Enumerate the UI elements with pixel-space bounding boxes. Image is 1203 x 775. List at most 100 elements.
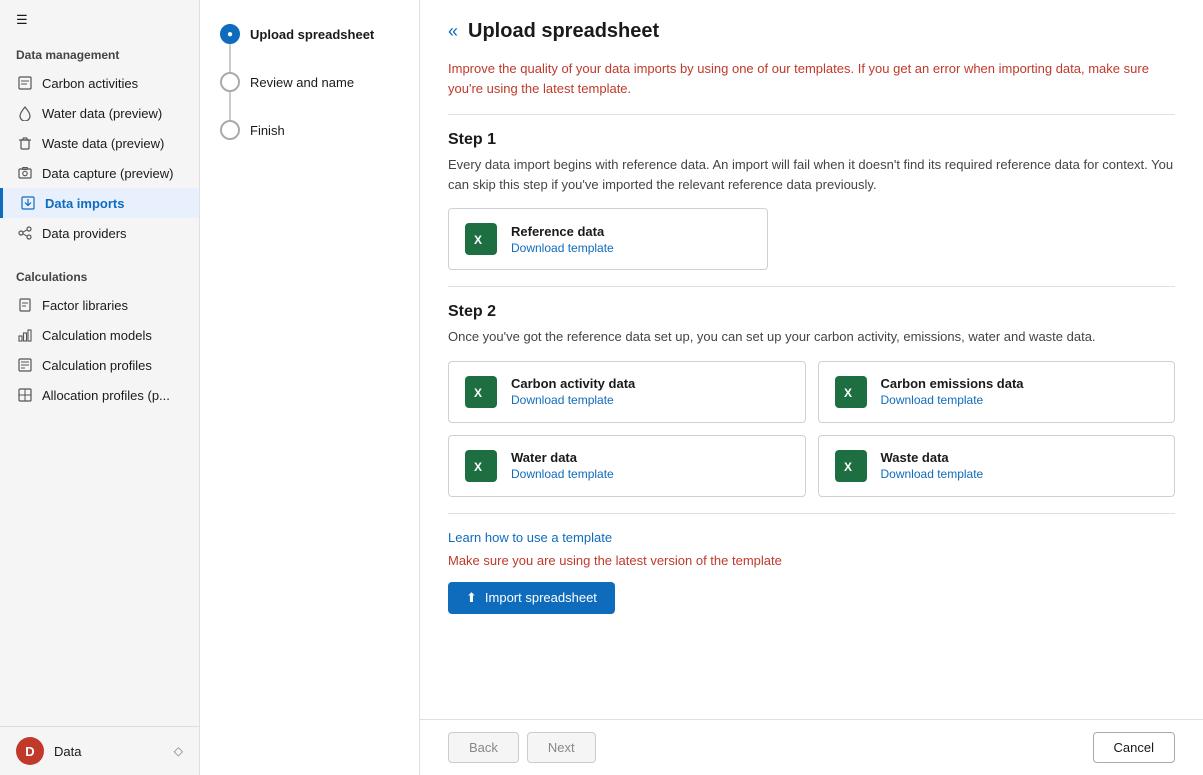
reference-card-info: Reference data Download template — [511, 224, 614, 255]
divider-1 — [448, 114, 1175, 115]
import-spreadsheet-button[interactable]: ⬆ Import spreadsheet — [448, 582, 615, 614]
step2-heading: Step 2 — [448, 303, 1175, 321]
step1-desc: Every data import begins with reference … — [448, 155, 1175, 194]
sidebar-item-label: Data imports — [45, 196, 124, 211]
water-download-link[interactable]: Download template — [511, 467, 614, 481]
water-icon — [16, 105, 34, 121]
sidebar-bottom-user[interactable]: D Data ◇ — [0, 726, 199, 775]
sidebar-item-label: Water data (preview) — [42, 106, 162, 121]
carbon-activity-download-link[interactable]: Download template — [511, 393, 635, 407]
step-connector-2 — [229, 92, 231, 120]
carbon-emissions-card[interactable]: X Carbon emissions data Download templat… — [818, 361, 1176, 423]
sidebar-item-calculation-models[interactable]: Calculation models — [0, 320, 199, 350]
avatar: D — [16, 737, 44, 765]
sidebar-item-data-capture[interactable]: Data capture (preview) — [0, 158, 199, 188]
carbon-activity-title: Carbon activity data — [511, 376, 635, 391]
page-header: « Upload spreadsheet — [448, 20, 1175, 43]
stepper-panel: ● Upload spreadsheet Review and name Fin… — [200, 0, 420, 775]
capture-icon — [16, 165, 34, 181]
excel-icon-reference: X — [465, 223, 497, 255]
sidebar-item-carbon-activities[interactable]: Carbon activities — [0, 68, 199, 98]
step1-heading: Step 1 — [448, 131, 1175, 149]
import-btn-label: Import spreadsheet — [485, 590, 597, 605]
cancel-button[interactable]: Cancel — [1093, 732, 1175, 763]
sidebar-item-label: Data providers — [42, 226, 127, 241]
step-review: Review and name — [220, 72, 399, 120]
alloc-icon — [16, 387, 34, 403]
step2-cards-grid: X Carbon activity data Download template… — [448, 361, 1175, 497]
upload-icon: ⬆ — [466, 590, 477, 606]
divider-3 — [448, 513, 1175, 514]
calculations-title: Calculations — [0, 258, 199, 290]
carbon-activity-card[interactable]: X Carbon activity data Download template — [448, 361, 806, 423]
svg-text:X: X — [844, 460, 852, 474]
main-content: « Upload spreadsheet Improve the quality… — [420, 0, 1203, 775]
svg-text:X: X — [474, 386, 482, 400]
content-footer: Back Next Cancel — [420, 719, 1203, 775]
excel-icon-water: X — [465, 450, 497, 482]
sidebar-item-data-imports[interactable]: Data imports — [0, 188, 199, 218]
waste-data-card[interactable]: X Waste data Download template — [818, 435, 1176, 497]
next-button[interactable]: Next — [527, 732, 596, 763]
step-connector-1 — [229, 44, 231, 72]
water-data-info: Water data Download template — [511, 450, 614, 481]
excel-icon-carbon-activity: X — [465, 376, 497, 408]
back-arrow-button[interactable]: « — [448, 21, 458, 42]
reference-card-title: Reference data — [511, 224, 614, 239]
sidebar-item-calculation-profiles[interactable]: Calculation profiles — [0, 350, 199, 380]
carbon-activity-info: Carbon activity data Download template — [511, 376, 635, 407]
reference-data-card-wrapper: X Reference data Download template — [448, 208, 768, 270]
content-body: « Upload spreadsheet Improve the quality… — [420, 0, 1203, 719]
step2-desc: Once you've got the reference data set u… — [448, 327, 1175, 347]
sidebar-item-allocation-profiles[interactable]: Allocation profiles (p... — [0, 380, 199, 410]
sidebar-item-factor-libraries[interactable]: Factor libraries — [0, 290, 199, 320]
step-circle-1: ● — [220, 24, 240, 44]
hamburger-menu[interactable]: ☰ — [0, 0, 199, 36]
hamburger-icon: ☰ — [16, 12, 28, 27]
sidebar-item-label: Allocation profiles (p... — [42, 388, 170, 403]
sidebar-item-water-data[interactable]: Water data (preview) — [0, 98, 199, 128]
sidebar-item-label: Data capture (preview) — [42, 166, 174, 181]
carbon-emissions-info: Carbon emissions data Download template — [881, 376, 1024, 407]
sidebar-item-waste-data[interactable]: Waste data (preview) — [0, 128, 199, 158]
profiles-icon — [16, 357, 34, 373]
step-label-2: Review and name — [250, 75, 354, 90]
models-icon — [16, 327, 34, 343]
back-button[interactable]: Back — [448, 732, 519, 763]
user-label: Data — [54, 744, 164, 759]
chevron-icon: ◇ — [174, 744, 183, 758]
step-circle-3 — [220, 120, 240, 140]
excel-icon-carbon-emissions: X — [835, 376, 867, 408]
providers-icon — [16, 225, 34, 241]
data-management-title: Data management — [0, 36, 199, 68]
factor-icon — [16, 297, 34, 313]
carbon-emissions-download-link[interactable]: Download template — [881, 393, 1024, 407]
sidebar-item-label: Carbon activities — [42, 76, 138, 91]
step-label-3: Finish — [250, 123, 285, 138]
sidebar-item-data-providers[interactable]: Data providers — [0, 218, 199, 248]
svg-text:X: X — [474, 233, 482, 247]
sidebar-item-label: Waste data (preview) — [42, 136, 164, 151]
info-banner: Improve the quality of your data imports… — [448, 59, 1175, 98]
waste-download-link[interactable]: Download template — [881, 467, 984, 481]
waste-icon — [16, 135, 34, 151]
version-warning: Make sure you are using the latest versi… — [448, 553, 1175, 568]
carbon-emissions-title: Carbon emissions data — [881, 376, 1024, 391]
step-finish: Finish — [220, 120, 399, 140]
learn-link[interactable]: Learn how to use a template — [448, 530, 1175, 545]
svg-text:X: X — [474, 460, 482, 474]
sidebar-item-label: Factor libraries — [42, 298, 128, 313]
waste-data-title: Waste data — [881, 450, 984, 465]
sidebar: ☰ Data management Carbon activities Wate… — [0, 0, 200, 775]
reference-download-link[interactable]: Download template — [511, 241, 614, 255]
divider-2 — [448, 286, 1175, 287]
reference-data-card[interactable]: X Reference data Download template — [448, 208, 768, 270]
svg-text:X: X — [844, 386, 852, 400]
water-data-title: Water data — [511, 450, 614, 465]
waste-data-info: Waste data Download template — [881, 450, 984, 481]
step-circle-2 — [220, 72, 240, 92]
step-label-1: Upload spreadsheet — [250, 27, 374, 42]
excel-icon-waste: X — [835, 450, 867, 482]
water-data-card[interactable]: X Water data Download template — [448, 435, 806, 497]
imports-icon — [19, 195, 37, 211]
